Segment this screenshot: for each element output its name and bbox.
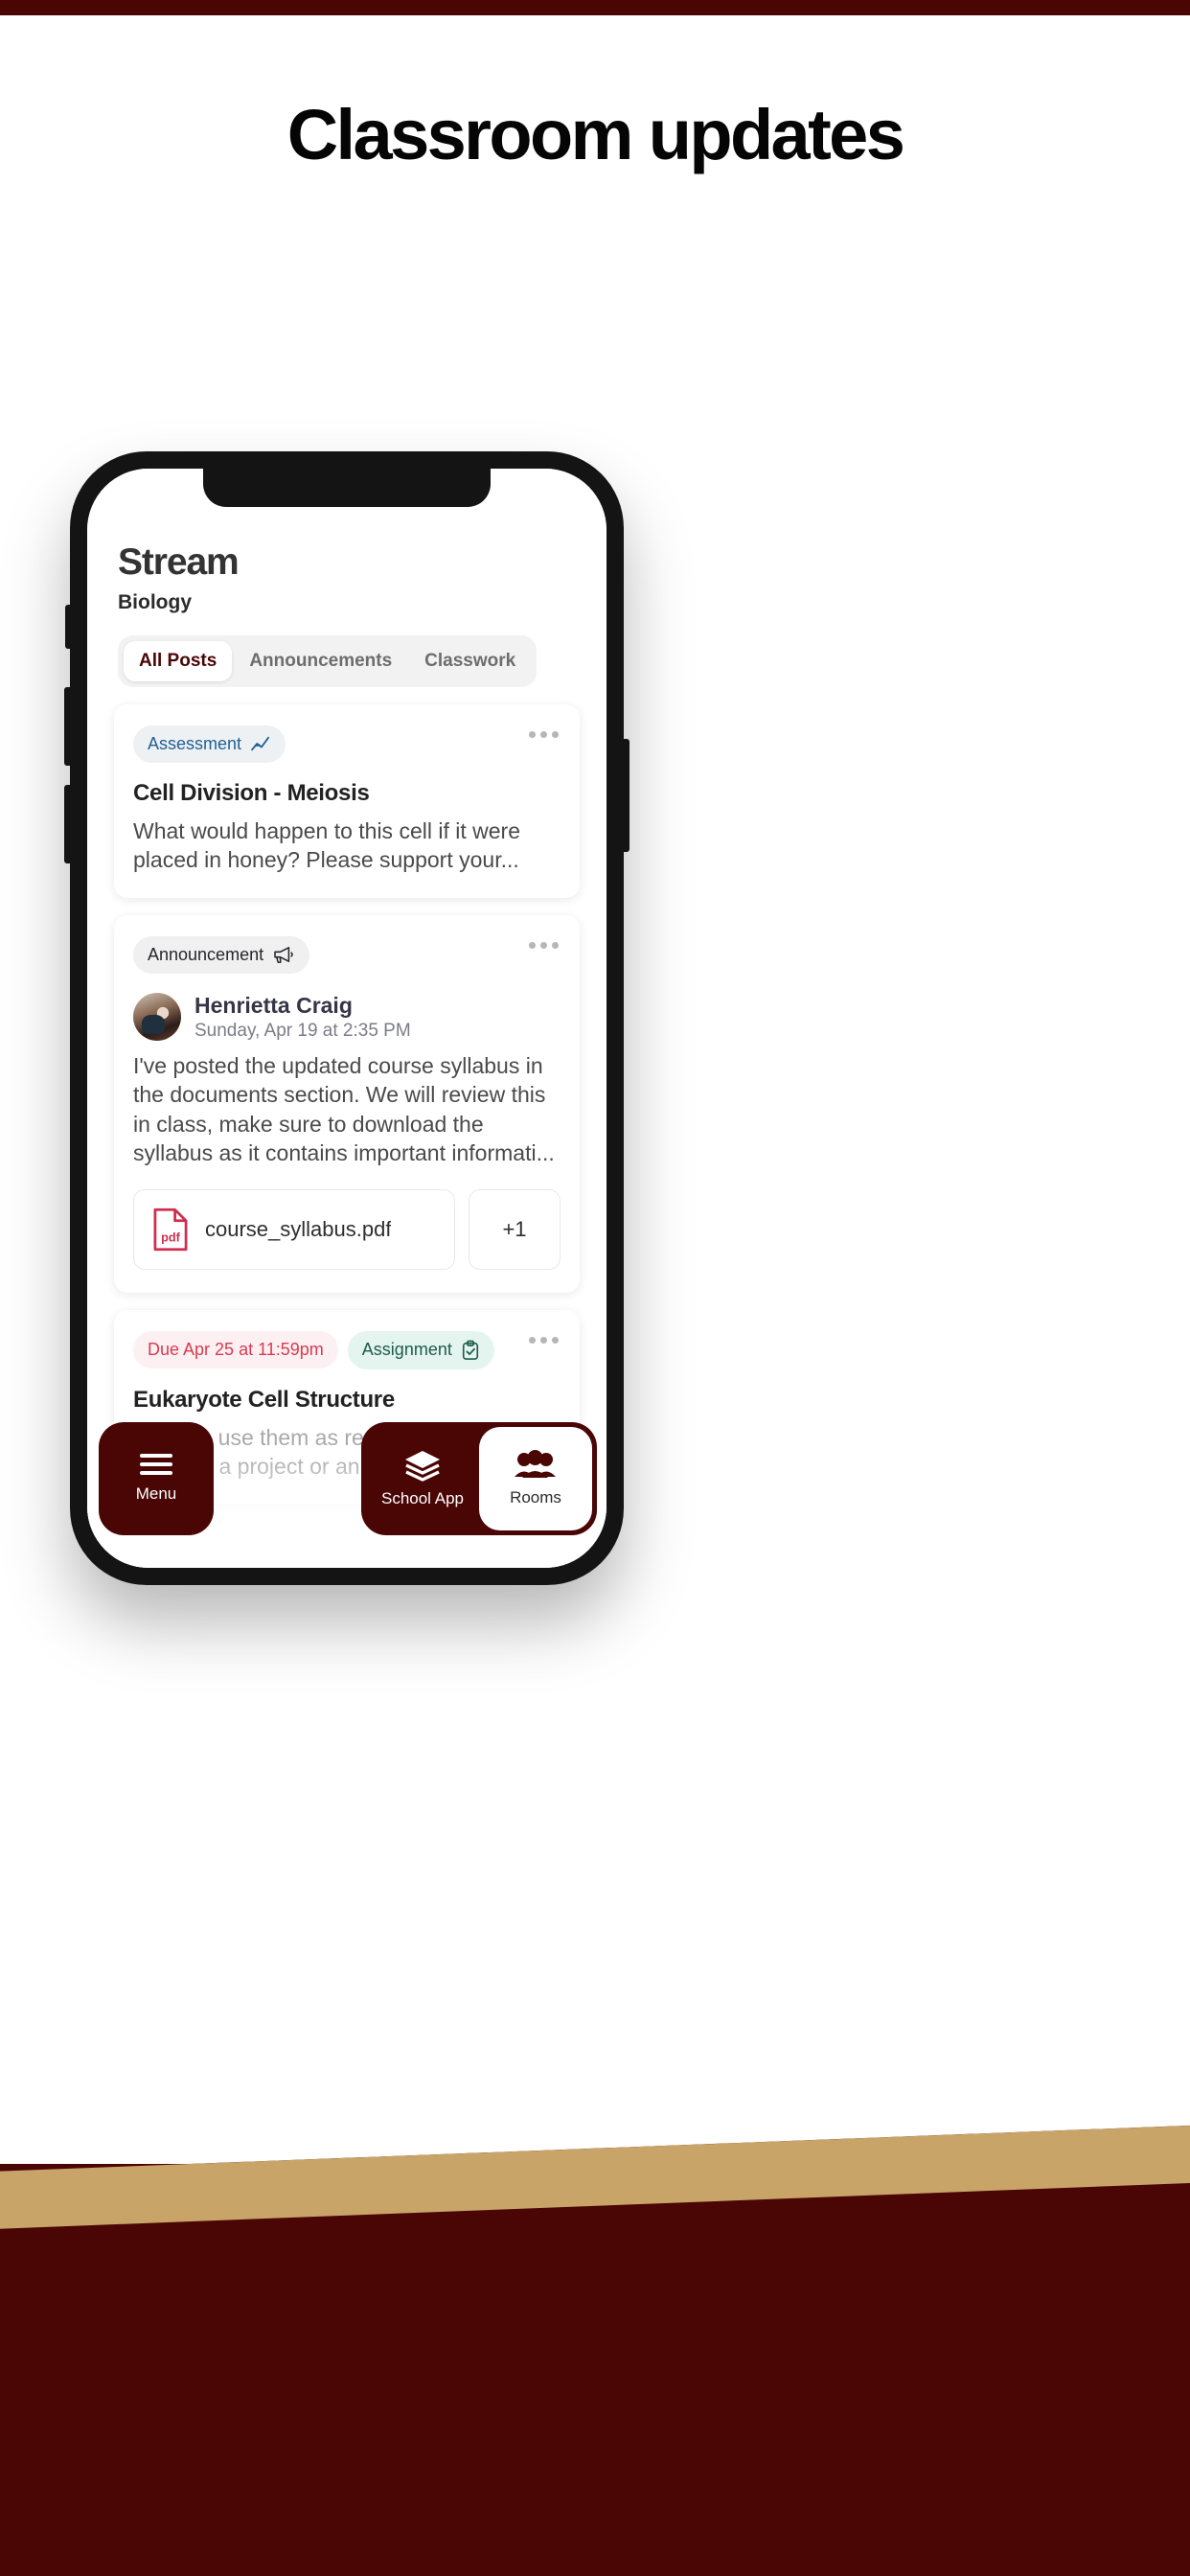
- post-menu-button[interactable]: [527, 725, 561, 744]
- phone-body: Stream Biology All Posts Announcements C…: [64, 451, 629, 1585]
- attachment-row: pdf course_syllabus.pdf +1: [133, 1188, 561, 1270]
- attachment-pdf[interactable]: pdf course_syllabus.pdf: [133, 1188, 455, 1270]
- megaphone-icon: [274, 947, 293, 964]
- tab-classwork[interactable]: Classwork: [409, 641, 531, 681]
- menu-label: Menu: [135, 1484, 177, 1503]
- attachment-name: course_syllabus.pdf: [205, 1216, 392, 1241]
- badge-announcement: Announcement: [133, 935, 310, 974]
- phone-mockup: Stream Biology All Posts Announcements C…: [64, 451, 629, 1585]
- app-viewport: Stream Biology All Posts Announcements C…: [87, 469, 606, 1568]
- nav-item-school-app[interactable]: School App: [366, 1427, 479, 1530]
- silence-switch: [65, 605, 71, 649]
- post-menu-button[interactable]: [527, 1331, 561, 1349]
- card-header: Due Apr 25 at 11:59pm Assignment: [133, 1330, 561, 1369]
- rooms-label: Rooms: [510, 1488, 561, 1506]
- badge-row: Announcement: [133, 935, 310, 974]
- post-card-announcement[interactable]: Announcement Henrietta Craig Sunday, Apr…: [114, 914, 580, 1293]
- author-meta: Henrietta Craig Sunday, Apr 19 at 2:35 P…: [195, 993, 411, 1042]
- badge-assignment: Assignment: [347, 1330, 494, 1369]
- author-name: Henrietta Craig: [195, 992, 353, 1018]
- card-header: Assessment: [133, 724, 561, 763]
- tab-all-posts[interactable]: All Posts: [124, 640, 233, 681]
- badge-assessment: Assessment: [133, 724, 286, 763]
- page-title: Classroom updates: [286, 95, 905, 174]
- clipboard-check-icon: [462, 1340, 478, 1360]
- filter-tabs: All Posts Announcements Classwork: [118, 634, 538, 687]
- card-header: Announcement: [133, 935, 561, 974]
- hamburger-icon: [140, 1454, 172, 1475]
- post-title: Eukaryote Cell Structure: [133, 1386, 395, 1413]
- author-row: Henrietta Craig Sunday, Apr 19 at 2:35 P…: [133, 993, 561, 1042]
- post-menu-button[interactable]: [527, 936, 561, 954]
- power-button: [623, 739, 629, 852]
- pdf-file-icon: pdf: [153, 1208, 188, 1251]
- nav-item-rooms[interactable]: Rooms: [479, 1427, 592, 1530]
- badge-due-date: Due Apr 25 at 11:59pm: [133, 1331, 338, 1369]
- nav-group-right: School App Rooms: [361, 1422, 597, 1535]
- post-body: What would happen to this cell if it wer…: [133, 817, 520, 873]
- post-timestamp: Sunday, Apr 19 at 2:35 PM: [195, 1021, 411, 1042]
- layers-icon: [405, 1451, 440, 1482]
- badge-label: Assignment: [361, 1340, 452, 1360]
- badge-row: Assessment: [133, 724, 286, 763]
- post-feed: Assessment Cell Division - Meiosis What …: [114, 703, 580, 1505]
- page-root: Classroom updates Stream Biology All Pos…: [0, 0, 1190, 2576]
- phone-screen: Stream Biology All Posts Announcements C…: [87, 469, 606, 1568]
- hero-section: Classroom updates: [0, 95, 1190, 174]
- badge-row: Due Apr 25 at 11:59pm Assignment: [133, 1330, 494, 1369]
- badge-label: Assessment: [148, 733, 242, 753]
- line-chart-icon: [251, 737, 270, 751]
- class-name: Biology: [118, 590, 192, 613]
- volume-up-button: [64, 687, 71, 766]
- stream-title: Stream: [118, 541, 240, 583]
- people-icon: [515, 1450, 556, 1478]
- svg-text:pdf: pdf: [161, 1230, 180, 1244]
- menu-button[interactable]: Menu: [99, 1422, 214, 1535]
- app-scroll-area[interactable]: Stream Biology All Posts Announcements C…: [87, 469, 606, 1568]
- phone-notch: [203, 469, 491, 507]
- tab-announcements[interactable]: Announcements: [234, 641, 407, 681]
- post-title: Cell Division - Meiosis: [133, 779, 370, 806]
- badge-label: Announcement: [148, 944, 264, 964]
- attachment-more-button[interactable]: +1: [469, 1188, 561, 1270]
- volume-down-button: [64, 785, 71, 863]
- avatar: [133, 993, 181, 1042]
- post-card-assessment[interactable]: Assessment Cell Division - Meiosis What …: [114, 703, 580, 898]
- top-accent-bar: [0, 0, 1190, 15]
- school-app-label: School App: [380, 1489, 464, 1507]
- post-body: I've posted the updated course syllabus …: [133, 1053, 555, 1166]
